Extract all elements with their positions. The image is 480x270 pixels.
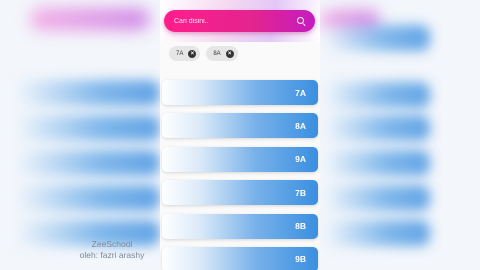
blurred-background-left	[0, 0, 160, 270]
phone-screen: 7A × 8A × 7A 8A 9A 7B 8B 9B	[160, 0, 320, 270]
chip-label: 7A	[176, 50, 184, 57]
search-icon[interactable]	[297, 16, 306, 26]
close-icon[interactable]: ×	[188, 49, 197, 58]
class-item-8a[interactable]: 8A	[162, 113, 318, 139]
watermark: ZeeSchool oleh: fazri arashy	[72, 239, 152, 261]
close-icon[interactable]: ×	[225, 49, 234, 58]
class-item-9b[interactable]: 9B	[162, 246, 318, 270]
watermark-line1: ZeeSchool	[91, 239, 133, 249]
class-item-label: 7B	[295, 187, 306, 198]
class-item-label: 9A	[295, 154, 306, 165]
class-item-9a[interactable]: 9A	[162, 146, 318, 172]
class-list: 7A 8A 9A 7B 8B 9B	[162, 80, 318, 270]
filter-chip-7a[interactable]: 7A ×	[169, 46, 201, 61]
class-item-label: 7A	[295, 87, 306, 98]
class-item-label: 9B	[295, 254, 306, 265]
class-item-8b[interactable]: 8B	[162, 213, 318, 239]
chip-label: 8A	[213, 50, 221, 57]
filter-chip-8a[interactable]: 8A ×	[206, 46, 238, 61]
class-item-7b[interactable]: 7B	[162, 180, 318, 206]
watermark-line2: oleh: fazri arashy	[79, 250, 145, 260]
search-bar[interactable]	[164, 10, 315, 32]
class-item-label: 8A	[295, 120, 306, 131]
search-input[interactable]	[174, 17, 284, 25]
blurred-background-right	[320, 0, 480, 270]
class-item-7a[interactable]: 7A	[162, 80, 318, 105]
class-item-label: 8B	[295, 221, 306, 232]
filter-chips: 7A × 8A ×	[169, 46, 238, 61]
